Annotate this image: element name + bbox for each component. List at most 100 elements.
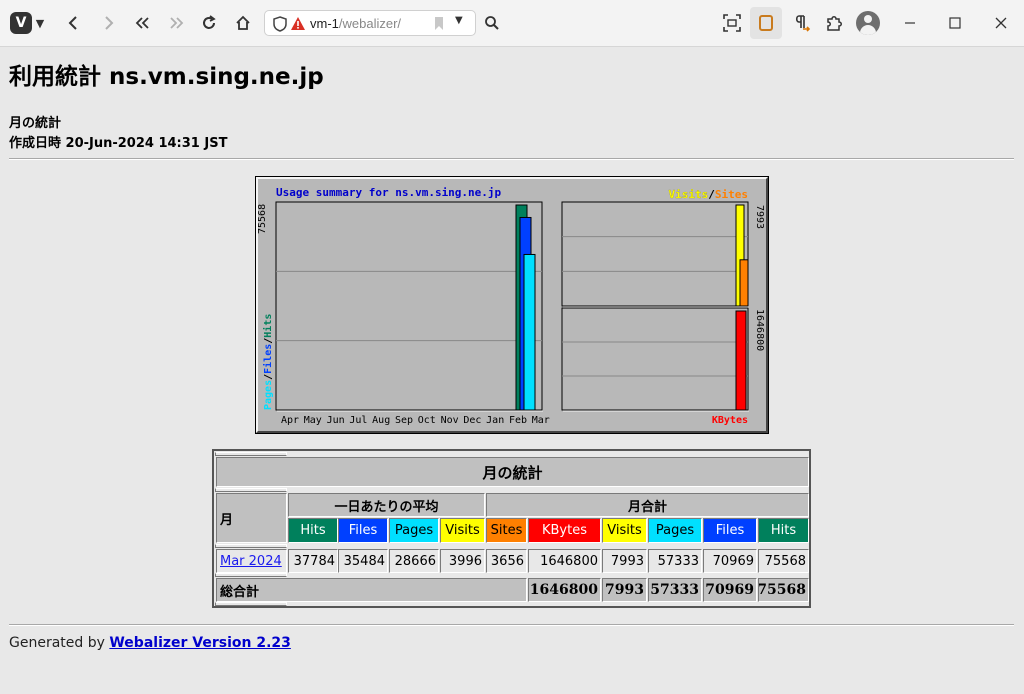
monthly-summary-table: 月の統計 月 一日あたりの平均 月合計 Hits Files Pages Visits… (212, 449, 811, 608)
page-subtitle: 月の統計 (9, 116, 62, 131)
chart-canvas: Usage summary for ns.vm.sing.ne.jp Visits… (258, 186, 765, 426)
puzzle-icon (827, 16, 842, 31)
url-path: /webalizer/ (338, 16, 402, 31)
tick-label-nov: Nov (441, 415, 459, 426)
kbytes-max-label: 1646800 (754, 309, 765, 351)
daily-average-header: 一日あたりの平均 (288, 493, 485, 517)
column-header-pages: Pages (648, 518, 702, 543)
bar-sites-mar (739, 259, 749, 307)
dropdown-arrow-icon[interactable]: ▼ (455, 15, 463, 26)
reload-button[interactable] (198, 9, 220, 37)
value-cell: 35484 (338, 549, 388, 573)
value-cell: 70969 (703, 549, 757, 573)
home-button[interactable] (232, 9, 254, 37)
tick-label-aug: Aug (372, 415, 390, 426)
total-cell: 70969 (703, 578, 757, 602)
fast-forward-icon (170, 17, 184, 29)
total-cell: 75568 (758, 578, 809, 602)
total-cell: 7993 (602, 578, 647, 602)
search-button[interactable] (482, 9, 502, 37)
fast-forward-button[interactable] (165, 9, 187, 37)
rewind-button[interactable] (132, 9, 154, 37)
column-header-hits: Hits (288, 518, 338, 543)
vivaldi-logo-icon: V (10, 12, 32, 34)
tick-label-jul: Jul (349, 415, 367, 426)
table-separator (215, 573, 287, 577)
hits-files-pages-panel (275, 201, 543, 411)
forward-button[interactable] (98, 9, 120, 37)
table-separator (215, 544, 287, 548)
address-bar[interactable]: vm-1/webalizer/ ▼ (264, 10, 476, 36)
kbytes-panel (561, 307, 749, 411)
url-text[interactable]: vm-1/webalizer/ (310, 16, 401, 31)
footer: Generated by Webalizer Version 2.23 (9, 635, 291, 651)
tick-label-may: May (304, 415, 322, 426)
forward-arrow-icon (105, 16, 114, 30)
column-header-visits: Visits (602, 518, 647, 543)
url-host: vm-1 (310, 16, 339, 31)
table-separator (215, 488, 287, 492)
usage-summary-chart: Usage summary for ns.vm.sing.ne.jp Visits… (255, 176, 769, 434)
visits-sites-panel (561, 201, 749, 307)
page-title: 利用統計 ns.vm.sing.ne.jp (9, 64, 324, 90)
maximize-icon (949, 17, 961, 29)
value-cell: 57333 (648, 549, 702, 573)
column-header-files: Files (703, 518, 757, 543)
tick-label-feb: Feb (509, 415, 527, 426)
tick-label-dec: Dec (463, 415, 481, 426)
generated-date: 作成日時 20-Jun-2024 14:31 JST (9, 136, 228, 151)
column-header-hits: Hits (758, 518, 809, 543)
column-header-pages: Pages (389, 518, 439, 543)
browser-toolbar: V ▼ vm-1/webalizer/ ▼ (0, 0, 1024, 47)
legend-sites: Sites (715, 188, 748, 201)
home-icon (236, 15, 250, 30)
month-link[interactable]: Mar 2024 (220, 554, 282, 569)
extensions-button[interactable] (824, 9, 844, 37)
chevron-down-icon[interactable]: ▼ (33, 9, 47, 37)
panel-toggle-button[interactable] (750, 7, 782, 39)
search-icon (485, 16, 499, 30)
month-header: 月 (216, 493, 287, 543)
reader-button[interactable] (792, 9, 812, 37)
left-legend: Pages/Files/Hits (262, 314, 274, 410)
monthly-total-header: 月合計 (486, 493, 809, 517)
webalizer-link[interactable]: Webalizer Version 2.23 (109, 635, 291, 651)
table-separator (215, 452, 287, 456)
panel-icon (759, 15, 773, 31)
legend-files: Files (262, 344, 274, 374)
column-header-files: Files (338, 518, 388, 543)
bar-pages-mar (523, 253, 536, 411)
tick-label-apr: Apr (281, 415, 299, 426)
table-separator (215, 602, 287, 606)
webalizer-page: 利用統計 ns.vm.sing.ne.jp 月の統計 作成日時 20-Jun-2… (0, 47, 1024, 694)
back-button[interactable] (62, 9, 84, 37)
bar-kbytes-mar (735, 310, 747, 411)
footer-text: Generated by (9, 635, 105, 651)
close-button[interactable] (991, 9, 1011, 37)
profile-avatar[interactable] (856, 11, 880, 35)
column-header-visits: Visits (440, 518, 485, 543)
vivaldi-menu-button[interactable]: V (10, 9, 32, 37)
total-cell: 57333 (648, 578, 702, 602)
value-cell: 75568 (758, 549, 809, 573)
reload-icon (203, 15, 216, 29)
total-cell: 1646800 (528, 578, 601, 602)
bookmark-icon[interactable] (434, 16, 444, 31)
left-max-label: 75568 (258, 204, 268, 234)
paragraph-arrow-icon (795, 15, 811, 32)
value-cell: 1646800 (528, 549, 601, 573)
divider (9, 624, 1014, 626)
tick-label-jan: Jan (486, 415, 504, 426)
legend-pages: Pages (263, 380, 274, 410)
warning-icon (291, 17, 305, 30)
value-cell: 37784 (288, 549, 338, 573)
minimize-icon (905, 22, 915, 24)
minimize-button[interactable] (900, 9, 920, 37)
legend-visits-sites: Visits/Sites (669, 188, 749, 201)
divider (9, 158, 1014, 160)
month-cell: Mar 2024 (216, 549, 287, 573)
maximize-button[interactable] (945, 9, 965, 37)
rewind-icon (135, 17, 149, 29)
back-arrow-icon (68, 16, 77, 30)
capture-button[interactable] (722, 9, 742, 37)
